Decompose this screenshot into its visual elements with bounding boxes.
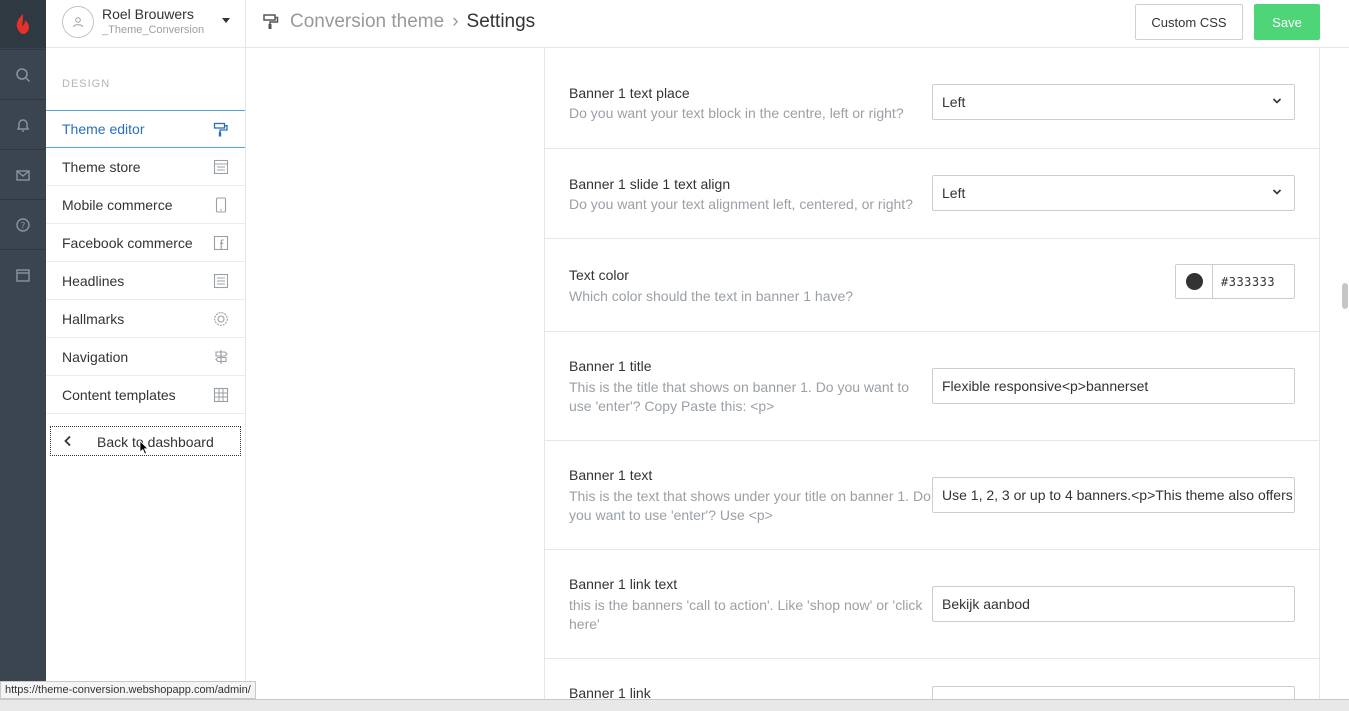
setting-row: Banner 1 link text this is the banners '… — [545, 550, 1319, 659]
setting-description: Which color should the text in banner 1 … — [569, 288, 854, 304]
sidebar-item-label: Hallmarks — [62, 310, 125, 327]
sidebar-item-label: Theme editor — [62, 121, 145, 137]
logo-icon[interactable] — [0, 0, 46, 48]
chevron-down-icon — [1272, 189, 1282, 195]
setting-description: Do you want your text alignment left, ce… — [569, 196, 913, 212]
app-rail: ? — [0, 0, 46, 711]
sidebar-item-label: Theme store — [62, 158, 141, 175]
sidebar-item-label: Navigation — [62, 348, 129, 365]
setting-description: This is the title that shows on banner 1… — [569, 379, 910, 414]
mail-icon[interactable] — [0, 149, 46, 199]
design-sidebar: DESIGN Theme editor Theme store Mobile c… — [46, 48, 246, 711]
mobile-icon — [215, 197, 227, 213]
headlines-icon — [213, 273, 229, 289]
color-swatch-button[interactable] — [1176, 265, 1213, 298]
status-url: https://theme-conversion.webshopapp.com/… — [0, 681, 256, 699]
page-title: Settings — [466, 11, 536, 32]
back-label: Back to dashboard — [97, 434, 214, 450]
sidebar-item-label: Content templates — [62, 386, 176, 403]
user-name: Roel Brouwers — [102, 6, 194, 22]
signpost-icon — [215, 350, 228, 364]
text-place-select[interactable]: Left — [932, 84, 1295, 120]
save-button[interactable]: Save — [1254, 4, 1320, 40]
help-icon[interactable]: ? — [0, 199, 46, 249]
breadcrumb-parent[interactable]: Conversion theme — [290, 11, 444, 33]
setting-label: Banner 1 text — [569, 467, 653, 483]
setting-label: Banner 1 title — [569, 358, 652, 374]
setting-description: This is the text that shows under your t… — [569, 488, 931, 523]
template-grid-icon — [213, 387, 229, 403]
top-header: Roel Brouwers _Theme_Conversion Conversi… — [46, 0, 1349, 48]
setting-label: Banner 1 slide 1 text align — [569, 176, 731, 192]
setting-label: Banner 1 text place — [569, 85, 690, 101]
caret-down-icon[interactable] — [222, 18, 230, 23]
chevron-down-icon — [1272, 98, 1282, 104]
sidebar-item-content-templates[interactable]: Content templates — [46, 376, 245, 414]
page-scrollbar[interactable] — [1336, 48, 1349, 701]
setting-row: Banner 1 text place Do you want your tex… — [545, 58, 1319, 149]
user-icon — [73, 17, 83, 28]
sidebar-item-hallmarks[interactable]: Hallmarks — [46, 300, 245, 338]
settings-panel: Banner 1 text place Do you want your tex… — [544, 48, 1320, 706]
mouse-cursor-icon — [139, 440, 149, 455]
banner-link-text-input[interactable]: Bekijk aanbod — [932, 586, 1295, 622]
custom-css-button[interactable]: Custom CSS — [1135, 4, 1243, 40]
sidebar-item-mobile-commerce[interactable]: Mobile commerce — [46, 186, 245, 224]
hallmark-badge-icon — [214, 312, 228, 326]
color-hex-value[interactable]: #333333 — [1213, 265, 1294, 298]
search-icon[interactable] — [0, 49, 46, 99]
user-switcher[interactable]: Roel Brouwers _Theme_Conversion — [46, 0, 246, 48]
setting-label: Banner 1 link text — [569, 576, 678, 592]
banner-text-input[interactable]: Use 1, 2, 3 or up to 4 banners.<p>This t… — [932, 477, 1295, 513]
svg-text:?: ? — [21, 221, 26, 231]
sidebar-item-facebook-commerce[interactable]: Facebook commerce — [46, 224, 245, 262]
chevron-left-icon — [64, 435, 71, 447]
color-swatch — [1185, 273, 1203, 290]
window-icon[interactable] — [0, 249, 46, 299]
scrollbar-thumb[interactable] — [1342, 283, 1348, 309]
text-align-select[interactable]: Left — [932, 175, 1295, 211]
select-value: Left — [942, 94, 966, 110]
bell-icon[interactable] — [0, 99, 46, 149]
main-content: Banner 1 text place Do you want your tex… — [246, 48, 1349, 706]
store-grid-icon — [213, 159, 229, 175]
setting-row: Banner 1 slide 1 text align Do you want … — [545, 149, 1319, 239]
sidebar-item-navigation[interactable]: Navigation — [46, 338, 245, 376]
select-value: Left — [942, 185, 966, 201]
breadcrumb-separator: › — [452, 11, 459, 32]
setting-description: Do you want your text block in the centr… — [569, 105, 904, 121]
paint-roller-icon — [213, 122, 228, 137]
browser-bottom-bar — [0, 699, 1349, 711]
sidebar-section-title: DESIGN — [62, 78, 111, 90]
sidebar-item-theme-store[interactable]: Theme store — [46, 148, 245, 186]
banner-title-input[interactable]: Flexible responsive<p>bannerset — [932, 368, 1295, 404]
text-color-picker[interactable]: #333333 — [1175, 264, 1295, 299]
avatar — [62, 6, 94, 38]
setting-description: this is the banners 'call to action'. Li… — [569, 597, 923, 632]
sidebar-item-theme-editor[interactable]: Theme editor — [46, 110, 245, 148]
setting-row: Banner 1 link — [545, 659, 1319, 706]
setting-row: Text color Which color should the text i… — [545, 239, 1319, 332]
setting-label: Text color — [569, 267, 629, 283]
store-name: _Theme_Conversion — [102, 24, 205, 36]
setting-row: Banner 1 title This is the title that sh… — [545, 332, 1319, 441]
setting-row: Banner 1 text This is the text that show… — [545, 441, 1319, 550]
sidebar-item-label: Facebook commerce — [62, 234, 193, 251]
sidebar-item-headlines[interactable]: Headlines — [46, 262, 245, 300]
paint-roller-icon — [263, 14, 279, 29]
breadcrumb: Conversion theme › Settings — [262, 10, 535, 34]
sidebar-item-label: Headlines — [62, 272, 125, 289]
sidebar-item-label: Mobile commerce — [62, 196, 173, 213]
facebook-icon — [213, 235, 229, 251]
